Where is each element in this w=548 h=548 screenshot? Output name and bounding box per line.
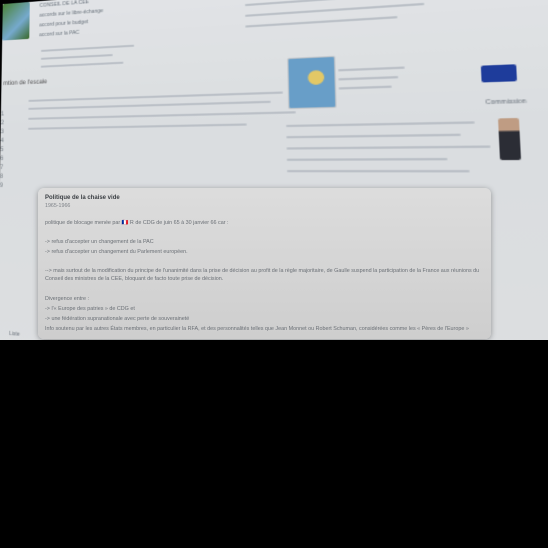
text-line [338,76,398,81]
text-line [28,101,270,110]
text-line [287,145,491,149]
text-line [28,123,247,129]
europe-map-image [287,56,336,109]
portrait-image [498,118,521,160]
text-line [245,16,397,28]
left-index-item: 4 [0,137,30,146]
left-index-item: 8 [0,173,29,182]
text-line [41,62,124,68]
note-line: Info soutenu par les autres États membre… [45,326,469,334]
text-line [338,66,405,71]
note-line: Divergence entre : [45,296,89,304]
note-popover[interactable]: Politique de la chaise vide 1965-1966 po… [38,188,491,339]
text-line [339,86,392,90]
text-line [286,121,475,127]
left-index-list: 1 2 3 4 5 6 7 8 9 [0,110,30,192]
text-line [28,111,296,120]
text-line [245,3,424,17]
note-line: politique de blocage menée par 🇫🇷 R de C… [45,220,229,228]
note-date: 1965-1966 [45,203,70,211]
note-title: Politique de la chaise vide [45,195,120,203]
left-heading: mtion de l'escale [3,79,47,88]
text-line [287,170,470,172]
left-index-item: 9 [0,182,29,191]
sidebar-text-4: accord sur la PAC [39,30,79,39]
sidebar-text-1: CONSEIL DE LA CEE [39,0,88,10]
sidebar-text-2: accords sur le libre-échange [39,8,103,20]
sidebar-text-3: accord pour le budget [39,19,88,29]
text-line [286,134,461,139]
left-index-item: 6 [0,155,30,164]
eu-logo [481,64,517,82]
text-line [287,158,448,161]
note-line: --> mais surtout de la modification du p… [45,268,485,283]
left-index-item: 7 [0,164,30,173]
left-index-item: 5 [0,146,30,155]
bottom-list-label: Liste [9,331,20,339]
text-line [28,91,283,101]
note-line: -> refus d'accepter un changement du Par… [45,249,188,257]
left-index-item: 3 [1,128,31,137]
note-line: -> une fédération supranationale avec pe… [45,316,189,324]
text-line [41,54,113,60]
commission-label: Commission [485,98,526,108]
note-line: -> l'« Europe des patries » de CDG et [45,306,135,314]
note-line: -> refus d'accepter un changement de la … [45,239,154,247]
text-line [41,45,134,52]
map-thumbnail [2,2,30,41]
